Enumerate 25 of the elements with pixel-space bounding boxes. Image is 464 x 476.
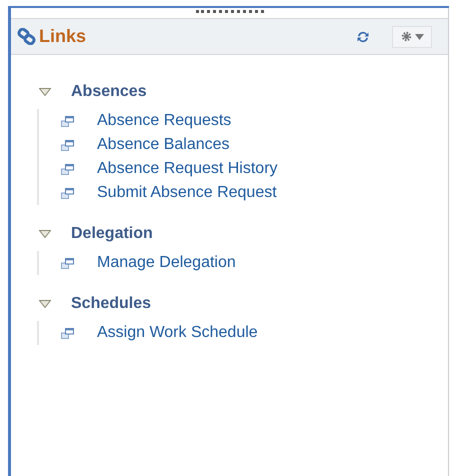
navigation-link[interactable]: Absence Request History — [97, 157, 278, 181]
drag-handle[interactable] — [196, 10, 264, 13]
navigation-link[interactable]: Absence Balances — [97, 133, 230, 157]
windows-icon — [61, 188, 74, 198]
navigation-link[interactable]: Absence Requests — [97, 109, 232, 133]
windows-icon — [61, 164, 74, 174]
chain-link-icon — [17, 28, 36, 45]
collapse-triangle-icon[interactable] — [39, 229, 51, 239]
group-heading[interactable]: Schedules — [71, 292, 152, 316]
windows-icon — [61, 116, 74, 126]
collapse-triangle-icon[interactable] — [39, 87, 51, 97]
group-heading[interactable]: Absences — [71, 80, 147, 104]
panel-title: Links — [39, 25, 86, 48]
navigation-link[interactable]: Manage Delegation — [97, 251, 236, 275]
windows-icon — [61, 140, 74, 150]
navigation-link[interactable]: Submit Absence Request — [97, 181, 277, 205]
windows-icon — [61, 328, 74, 338]
navigation-link[interactable]: Assign Work Schedule — [97, 321, 258, 345]
collapse-triangle-icon[interactable] — [39, 299, 51, 309]
refresh-icon[interactable] — [356, 30, 370, 44]
settings-menu-button[interactable] — [392, 26, 432, 48]
caret-icon — [414, 34, 424, 40]
group-heading[interactable]: Delegation — [71, 222, 153, 246]
settings-icon — [400, 31, 412, 42]
windows-icon — [61, 258, 74, 268]
